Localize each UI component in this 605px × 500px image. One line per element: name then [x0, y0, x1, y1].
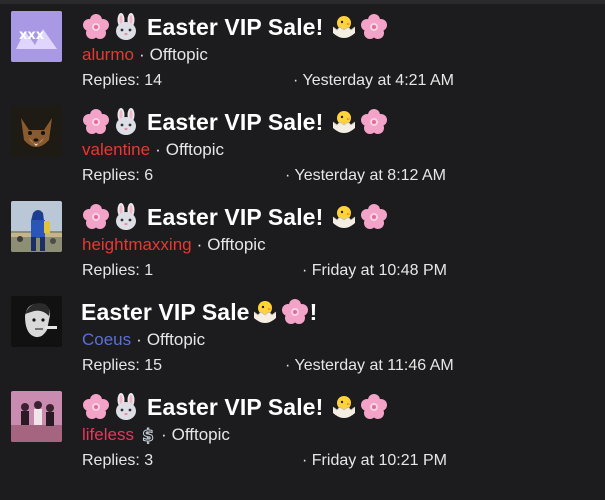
avatar[interactable] [11, 106, 62, 157]
author-link[interactable]: heightmaxxing [82, 235, 192, 255]
thread-title[interactable]: Easter VIP Sale ! [81, 295, 317, 329]
reply-count: Replies: 15 [82, 357, 163, 374]
hatching-chick-icon [250, 297, 280, 327]
thread-meta: alurmo · Offtopic [82, 45, 208, 65]
avatar[interactable] [11, 201, 62, 252]
hatching-chick-icon [329, 202, 359, 232]
separator: · [285, 167, 291, 184]
forum-link[interactable]: Offtopic [172, 425, 230, 445]
thread-item[interactable]: Easter VIP Sale! lifeless $ · Offtopic R… [0, 380, 605, 475]
cherry-blossom-icon [359, 202, 389, 232]
author-link[interactable]: Coeus [82, 330, 131, 350]
thread-title-text: Easter VIP Sale! [147, 203, 324, 230]
thread-title-text: Easter VIP Sale [81, 298, 250, 325]
cherry-blossom-icon [280, 297, 310, 327]
last-post-time[interactable]: · Yesterday at 8:12 AM [285, 167, 446, 185]
reply-count: Replies: 14 [82, 72, 163, 89]
reply-count: Replies: 6 [82, 167, 154, 184]
avatar[interactable] [11, 296, 62, 347]
thread-item[interactable]: Easter VIP Sale! heightmaxxing · Offtopi… [0, 190, 605, 285]
thread-item[interactable]: Easter VIP Sale ! Coeus · Offtopic Repli… [0, 285, 605, 380]
cherry-blossom-icon [81, 202, 111, 232]
last-post-time[interactable]: · Friday at 10:21 PM [302, 452, 447, 470]
cherry-blossom-icon [81, 12, 111, 42]
author-link[interactable]: lifeless [82, 425, 134, 445]
thread-title-text: Easter VIP Sale! [147, 13, 324, 40]
separator: · [293, 72, 299, 89]
rabbit-face-icon [111, 12, 141, 42]
separator: · [160, 425, 167, 444]
thread-meta: heightmaxxing · Offtopic [82, 235, 266, 255]
reply-count: Replies: 1 [82, 262, 154, 279]
dollar-badge-icon: $ [140, 426, 156, 444]
last-post-time-text: Yesterday at 11:46 AM [294, 357, 454, 374]
cherry-blossom-icon [359, 12, 389, 42]
rabbit-face-icon [111, 202, 141, 232]
thread-meta: Coeus · Offtopic [82, 330, 205, 350]
cherry-blossom-icon [81, 392, 111, 422]
forum-link[interactable]: Offtopic [207, 235, 265, 255]
separator: · [196, 235, 203, 254]
thread-meta: lifeless $ · Offtopic [82, 425, 230, 445]
thread-title[interactable]: Easter VIP Sale! [81, 200, 389, 234]
last-post-time-text: Yesterday at 4:21 AM [302, 72, 454, 89]
separator: · [302, 452, 308, 469]
author-link[interactable]: valentine [82, 140, 150, 160]
hatching-chick-icon [329, 12, 359, 42]
thread-title-text: Easter VIP Sale! [147, 393, 324, 420]
author-link[interactable]: alurmo [82, 45, 134, 65]
forum-link[interactable]: Offtopic [166, 140, 224, 160]
forum-link[interactable]: Offtopic [150, 45, 208, 65]
thread-item[interactable]: Easter VIP Sale! valentine · Offtopic Re… [0, 95, 605, 190]
cherry-blossom-icon [359, 107, 389, 137]
last-post-time[interactable]: · Yesterday at 4:21 AM [293, 72, 454, 90]
thread-meta: valentine · Offtopic [82, 140, 224, 160]
cherry-blossom-icon [81, 107, 111, 137]
avatar[interactable]: xxx [11, 11, 62, 62]
svg-text:$: $ [142, 426, 154, 444]
thread-item[interactable]: xxx Easter VIP Sale! alurmo · Offtopic R… [0, 0, 605, 95]
last-post-time[interactable]: · Friday at 10:48 PM [302, 262, 447, 280]
last-post-time[interactable]: · Yesterday at 11:46 AM [285, 357, 454, 375]
thread-title[interactable]: Easter VIP Sale! [81, 105, 389, 139]
thread-title[interactable]: Easter VIP Sale! [81, 10, 389, 44]
separator: · [285, 357, 291, 374]
rabbit-face-icon [111, 392, 141, 422]
separator: · [155, 140, 161, 159]
separator: · [302, 262, 308, 279]
cherry-blossom-icon [359, 392, 389, 422]
reply-count: Replies: 3 [82, 452, 154, 469]
avatar[interactable] [11, 391, 62, 442]
last-post-time-text: Friday at 10:21 PM [311, 452, 447, 469]
forum-link[interactable]: Offtopic [147, 330, 205, 350]
hatching-chick-icon [329, 107, 359, 137]
separator: · [136, 330, 142, 349]
svg-text:xxx: xxx [19, 28, 45, 43]
rabbit-face-icon [111, 107, 141, 137]
thread-title-text: Easter VIP Sale! [147, 108, 324, 135]
separator: · [138, 45, 145, 64]
thread-title[interactable]: Easter VIP Sale! [81, 390, 389, 424]
hatching-chick-icon [329, 392, 359, 422]
last-post-time-text: Yesterday at 8:12 AM [294, 167, 446, 184]
thread-title-suffix: ! [309, 298, 318, 325]
last-post-time-text: Friday at 10:48 PM [311, 262, 447, 279]
